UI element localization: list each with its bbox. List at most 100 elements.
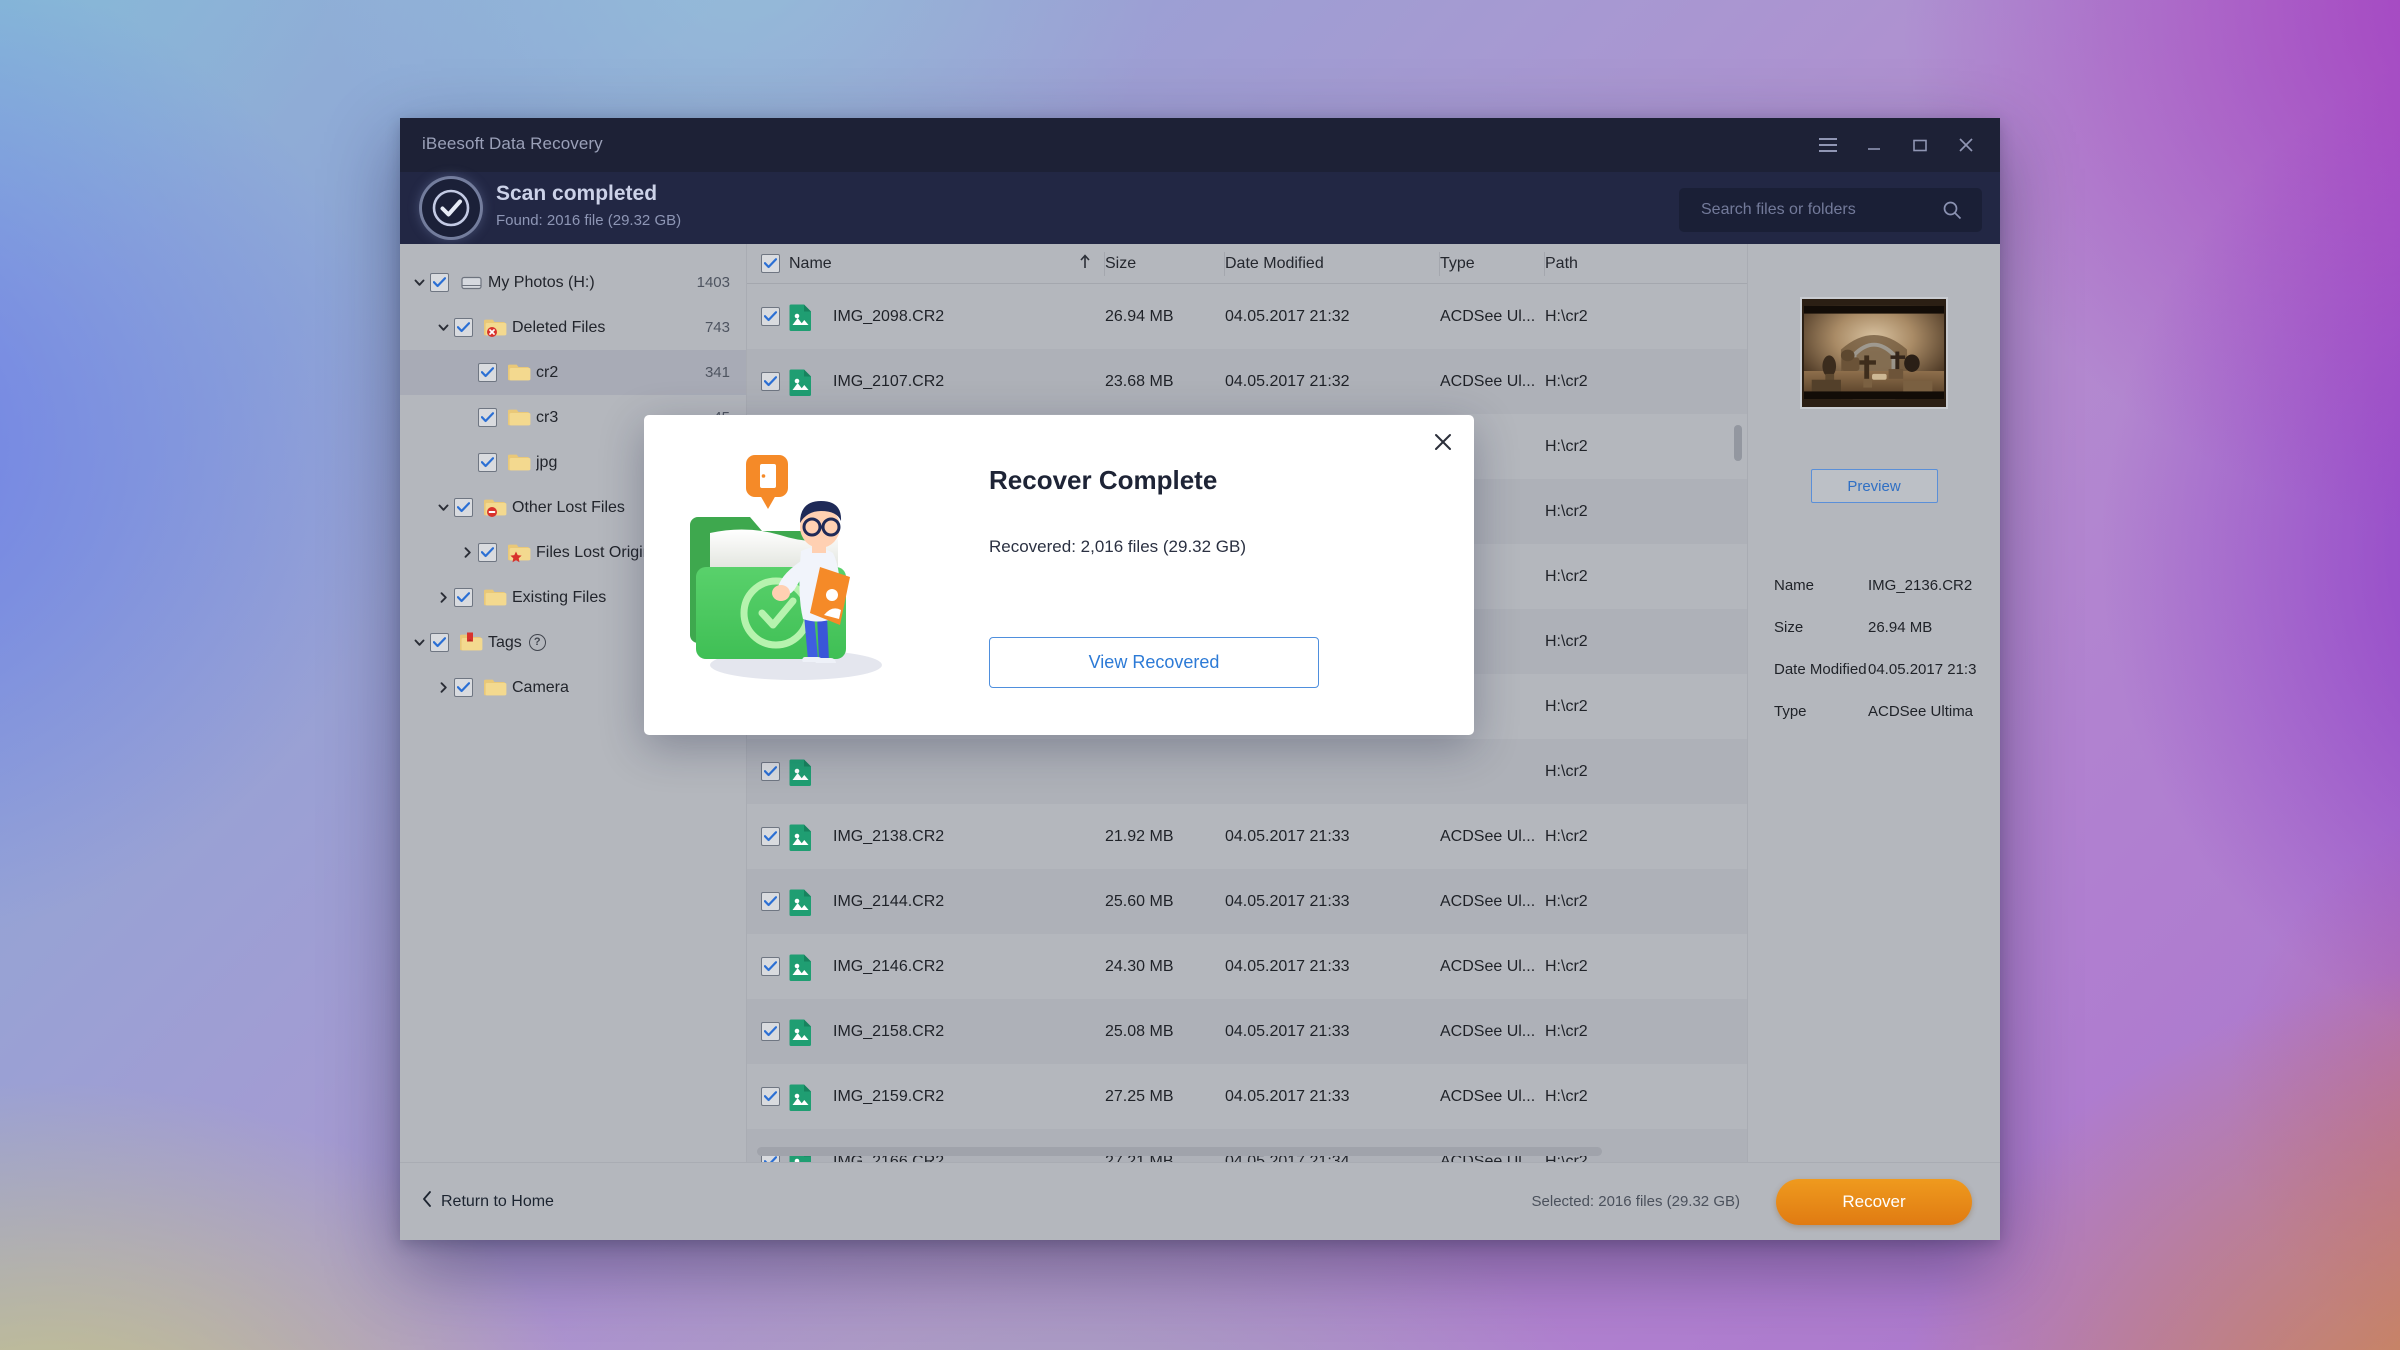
title-bar: iBeesoft Data Recovery	[400, 118, 2000, 172]
tree-item-checkbox[interactable]	[454, 498, 473, 517]
view-recovered-button[interactable]: View Recovered	[989, 637, 1319, 688]
cell-path: H:\cr2	[1545, 1022, 1588, 1040]
table-row[interactable]: IMG_2138.CR2 21.92 MB 04.05.2017 21:33 ACDS…	[747, 804, 1747, 869]
tree-item-checkbox[interactable]	[478, 543, 497, 562]
row-checkbox[interactable]	[761, 827, 780, 846]
cell-date: 04.05.2017 21:32	[1225, 372, 1350, 390]
cell-name: IMG_2098.CR2	[833, 307, 945, 325]
chevron-down-icon[interactable]	[408, 636, 430, 649]
tree-item-label: Camera	[512, 678, 569, 696]
row-checkbox[interactable]	[761, 1022, 780, 1041]
row-checkbox[interactable]	[761, 307, 780, 326]
table-row[interactable]: IMG_2098.CR2 26.94 MB 04.05.2017 21:32 ACDS…	[747, 284, 1747, 349]
table-row[interactable]: IMG_2166.CR2 27.21 MB 04.05.2017 21:34 ACDS…	[747, 1129, 1747, 1162]
folder-lost-icon	[482, 496, 508, 519]
tree-item-checkbox[interactable]	[430, 273, 449, 292]
cell-size: 25.08 MB	[1105, 1022, 1174, 1040]
tree-item-label: cr3	[536, 408, 559, 426]
table-row[interactable]: IMG_2144.CR2 25.60 MB 04.05.2017 21:33 ACDS…	[747, 869, 1747, 934]
column-header-type[interactable]: Type	[1440, 244, 1545, 284]
tree-item-checkbox[interactable]	[430, 633, 449, 652]
chevron-down-icon[interactable]	[432, 501, 454, 514]
scan-status-subtitle: Found: 2016 file (29.32 GB)	[496, 212, 682, 229]
table-row[interactable]: IMG_2158.CR2 25.08 MB 04.05.2017 21:33 ACDS…	[747, 999, 1747, 1064]
hamburger-icon[interactable]	[1808, 125, 1848, 165]
column-header-size[interactable]: Size	[1105, 244, 1225, 284]
tree-item-checkbox[interactable]	[478, 453, 497, 472]
tree-item[interactable]: cr2 341	[400, 350, 746, 395]
preview-panel: Preview Name IMG_2136.CR2 Size 26.94 MB Date…	[1747, 244, 2000, 1162]
tree-item-count: 743	[704, 319, 730, 336]
table-row[interactable]: IMG_2159.CR2 27.25 MB 04.05.2017 21:33 ACDS…	[747, 1064, 1747, 1129]
table-row[interactable]: IMG_2146.CR2 24.30 MB 04.05.2017 21:33 ACDS…	[747, 934, 1747, 999]
app-title: iBeesoft Data Recovery	[422, 134, 603, 153]
chevron-right-icon[interactable]	[456, 546, 478, 559]
table-row[interactable]: IMG_2107.CR2 23.68 MB 04.05.2017 21:32 ACDS…	[747, 349, 1747, 414]
tree-item-checkbox[interactable]	[454, 318, 473, 337]
tree-item-checkbox[interactable]	[454, 588, 473, 607]
tree-item-label: jpg	[536, 453, 558, 471]
column-header-date[interactable]: Date Modified	[1225, 244, 1440, 284]
cell-path: H:\cr2	[1545, 567, 1588, 585]
metadata-key: Name	[1774, 576, 1815, 594]
cell-type: ACDSee Ul...	[1440, 307, 1536, 325]
search-input[interactable]	[1679, 201, 1936, 219]
minimize-icon[interactable]	[1854, 125, 1894, 165]
cell-path: H:\cr2	[1545, 827, 1588, 845]
selected-summary: Selected: 2016 files (29.32 GB)	[1531, 1193, 1740, 1210]
select-all-checkbox[interactable]	[761, 254, 780, 273]
tree-item-label: Deleted Files	[512, 318, 606, 336]
row-checkbox[interactable]	[761, 1087, 780, 1106]
preview-button[interactable]: Preview	[1810, 469, 1938, 503]
metadata-value: 04.05.2017 21:3	[1868, 660, 1977, 678]
application-window: iBeesoft Data Recovery Scan completed Fo…	[400, 118, 2000, 1240]
metadata-row: Size 26.94 MB	[1774, 606, 1978, 648]
dialog-title: Recover Complete	[989, 465, 1218, 495]
row-checkbox[interactable]	[761, 372, 780, 391]
cell-path: H:\cr2	[1545, 1087, 1588, 1105]
recover-button[interactable]: Recover	[1776, 1178, 1972, 1225]
tree-item-checkbox[interactable]	[478, 408, 497, 427]
column-header-name[interactable]: Name	[789, 244, 1105, 284]
column-header-type-label: Type	[1440, 254, 1475, 272]
folder-deleted-icon	[482, 316, 508, 339]
row-checkbox[interactable]	[761, 957, 780, 976]
vertical-scrollbar[interactable]	[1734, 292, 1742, 1152]
cell-size: 25.60 MB	[1105, 892, 1174, 910]
return-to-home-button[interactable]: Return to Home	[422, 1191, 554, 1212]
chevron-down-icon[interactable]	[432, 321, 454, 334]
close-icon[interactable]	[1428, 427, 1458, 457]
chevron-right-icon[interactable]	[432, 591, 454, 604]
metadata-row: Date Modified 04.05.2017 21:3	[1774, 648, 1978, 690]
folder-icon	[506, 361, 532, 384]
chevron-right-icon[interactable]	[432, 681, 454, 694]
help-icon[interactable]: ?	[528, 634, 546, 651]
column-header-name-label: Name	[789, 254, 832, 272]
tree-item[interactable]: Deleted Files 743	[400, 305, 746, 350]
image-file-icon	[789, 1018, 819, 1046]
row-checkbox[interactable]	[761, 892, 780, 911]
row-checkbox[interactable]	[761, 762, 780, 781]
table-row[interactable]: H:\cr2	[747, 739, 1747, 804]
preview-thumbnail[interactable]	[1800, 297, 1948, 409]
horizontal-scrollbar-thumb[interactable]	[757, 1147, 1602, 1156]
horizontal-scrollbar[interactable]	[747, 1147, 1747, 1156]
footer-bar: Return to Home Selected: 2016 files (29.…	[400, 1162, 2000, 1240]
tree-item[interactable]: My Photos (H:) 1403	[400, 260, 746, 305]
cell-date: 04.05.2017 21:33	[1225, 1022, 1350, 1040]
chevron-down-icon[interactable]	[408, 276, 430, 289]
vertical-scrollbar-thumb[interactable]	[1734, 425, 1742, 461]
maximize-icon[interactable]	[1900, 125, 1940, 165]
close-icon[interactable]	[1946, 125, 1986, 165]
cell-name: IMG_2144.CR2	[833, 892, 945, 910]
tree-item-checkbox[interactable]	[454, 678, 473, 697]
folder-tag-icon	[458, 631, 484, 654]
search-box[interactable]	[1679, 188, 1982, 232]
check-circle-icon	[422, 179, 480, 237]
tree-item-checkbox[interactable]	[478, 363, 497, 382]
ascending-arrow-icon[interactable]	[1079, 253, 1091, 274]
cell-name: IMG_2138.CR2	[833, 827, 945, 845]
search-icon[interactable]	[1936, 200, 1982, 220]
column-header-path[interactable]: Path	[1545, 244, 1665, 284]
metadata-row: Type ACDSee Ultima	[1774, 690, 1978, 732]
